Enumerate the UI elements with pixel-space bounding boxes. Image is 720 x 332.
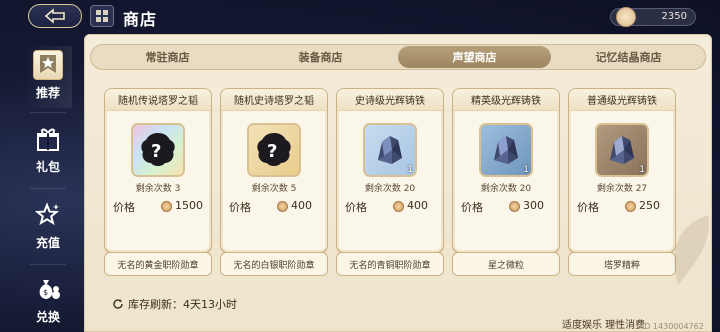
crystal-ore-icon bbox=[494, 136, 518, 164]
item-icon-frame: 1 bbox=[363, 123, 417, 177]
money-bag-icon: $ bbox=[33, 274, 63, 304]
price-value: 300 bbox=[523, 199, 544, 212]
price-row: 价格 400 bbox=[345, 199, 437, 215]
remaining-count: 剩余次数 20 bbox=[364, 184, 416, 194]
remaining-count: 剩余次数 20 bbox=[480, 184, 532, 194]
item-stack-count: 1 bbox=[639, 165, 645, 175]
item-name: 普通级光辉铸铁 bbox=[569, 89, 675, 111]
shop-item-card[interactable]: 史诗级光辉铸铁 1 剩余次数 20 价格 400 bbox=[336, 88, 444, 253]
sidebar-item-gift[interactable]: 礼包 bbox=[24, 124, 72, 184]
price-row: 价格 400 bbox=[229, 199, 321, 215]
page-title: 商店 bbox=[123, 10, 158, 29]
tab-equipment-shop[interactable]: 装备商店 bbox=[244, 45, 397, 69]
shop-item-card[interactable]: 随机史诗塔罗之韬 ? 剩余次数 5 价格 400 bbox=[220, 88, 328, 253]
price-label: 价格 bbox=[461, 201, 483, 214]
bottom-item-card[interactable]: 无名的黄金职阶勋章 bbox=[104, 252, 212, 276]
item-icon-frame: 1 bbox=[479, 123, 533, 177]
bottom-item-card[interactable]: 星之微粒 bbox=[452, 252, 560, 276]
bottom-item-card[interactable]: 无名的青铜职阶勋章 bbox=[336, 252, 444, 276]
item-icon-frame: ? bbox=[247, 123, 301, 177]
star-badge-icon bbox=[33, 50, 63, 80]
sidebar-item-label: 兑换 bbox=[35, 310, 60, 324]
item-icon-frame: ? bbox=[131, 123, 185, 177]
item-icon-frame: 1 bbox=[595, 123, 649, 177]
sidebar-item-exchange[interactable]: $ 兑换 bbox=[24, 274, 72, 332]
sidebar-divider bbox=[30, 264, 66, 265]
sidebar-item-topup[interactable]: 充值 bbox=[24, 200, 72, 260]
item-stack-count: 1 bbox=[523, 165, 529, 175]
remaining-count: 剩余次数 27 bbox=[596, 184, 648, 194]
refresh-icon bbox=[113, 299, 123, 309]
currency-coin-icon bbox=[616, 7, 636, 27]
home-button[interactable] bbox=[90, 5, 114, 27]
moderation-notice: 适度娱乐 理性消费 bbox=[562, 320, 646, 331]
sidebar-divider bbox=[30, 188, 66, 189]
sidebar-divider bbox=[30, 112, 66, 113]
item-card-grid: 随机传说塔罗之韬 ? 剩余次数 3 价格 1500 随机史诗塔罗之韬 ? 剩余次… bbox=[98, 88, 698, 253]
sidebar: 推荐 礼包 充值 $ 兑换 bbox=[24, 40, 72, 332]
grid-home-icon bbox=[96, 10, 108, 22]
sidebar-item-label: 充值 bbox=[35, 236, 60, 250]
shop-item-card[interactable]: 精英级光辉铸铁 1 剩余次数 20 价格 300 bbox=[452, 88, 560, 253]
shop-tab-bar: 常驻商店 装备商店 声望商店 记忆结晶商店 bbox=[90, 44, 706, 70]
sparkle-star-icon bbox=[33, 200, 63, 230]
item-stack-count: 1 bbox=[407, 165, 413, 175]
currency-display[interactable]: 2350 bbox=[610, 7, 696, 27]
reputation-coin-icon bbox=[625, 201, 636, 212]
mystery-card-icon: ? bbox=[141, 133, 175, 166]
price-label: 价格 bbox=[577, 201, 599, 214]
price-row: 价格 250 bbox=[577, 199, 669, 215]
shop-item-card[interactable]: 随机传说塔罗之韬 ? 剩余次数 3 价格 1500 bbox=[104, 88, 212, 253]
gift-icon bbox=[33, 124, 63, 154]
price-row: 价格 1500 bbox=[113, 199, 205, 215]
remaining-count: 剩余次数 3 bbox=[135, 184, 181, 194]
price-label: 价格 bbox=[229, 201, 251, 214]
reputation-coin-icon bbox=[509, 201, 520, 212]
reputation-coin-icon bbox=[161, 201, 172, 212]
item-name: 随机史诗塔罗之韬 bbox=[221, 89, 327, 111]
price-label: 价格 bbox=[345, 201, 367, 214]
svg-text:?: ? bbox=[151, 141, 161, 162]
user-id: UID 1430004762 bbox=[636, 322, 704, 331]
svg-text:$: $ bbox=[43, 288, 48, 297]
refresh-timer-text: 库存刷新：4天13小时 bbox=[128, 298, 237, 311]
shop-panel: 常驻商店 装备商店 声望商店 记忆结晶商店 随机传说塔罗之韬 ? 剩余次数 3 … bbox=[84, 34, 712, 332]
mystery-card-icon: ? bbox=[257, 133, 291, 166]
back-button[interactable] bbox=[28, 4, 82, 28]
bottom-item-card[interactable]: 无名的白银职阶勋章 bbox=[220, 252, 328, 276]
crystal-ore-icon bbox=[610, 136, 634, 164]
price-value: 1500 bbox=[175, 199, 203, 212]
price-value: 400 bbox=[407, 199, 428, 212]
price-value: 400 bbox=[291, 199, 312, 212]
sidebar-item-recommend[interactable]: 推荐 bbox=[24, 46, 72, 110]
item-name: 随机传说塔罗之韬 bbox=[105, 89, 211, 111]
price-row: 价格 300 bbox=[461, 199, 553, 215]
top-bar: 商店 2350 bbox=[0, 0, 720, 34]
sidebar-item-label: 礼包 bbox=[35, 160, 60, 174]
sidebar-item-label: 推荐 bbox=[35, 86, 60, 100]
price-value: 250 bbox=[639, 199, 660, 212]
currency-amount: 2350 bbox=[661, 11, 687, 22]
svg-text:?: ? bbox=[267, 141, 277, 162]
reputation-coin-icon bbox=[277, 201, 288, 212]
remaining-count: 剩余次数 5 bbox=[251, 184, 297, 194]
tab-regular-shop[interactable]: 常驻商店 bbox=[91, 45, 244, 69]
item-name: 精英级光辉铸铁 bbox=[453, 89, 559, 111]
tab-reputation-shop[interactable]: 声望商店 bbox=[398, 46, 551, 68]
back-arrow-icon bbox=[44, 8, 65, 24]
price-label: 价格 bbox=[113, 201, 135, 214]
leaf-decoration-icon bbox=[674, 215, 709, 285]
item-name: 史诗级光辉铸铁 bbox=[337, 89, 443, 111]
tab-memory-crystal-shop[interactable]: 记忆结晶商店 bbox=[552, 45, 705, 69]
bottom-item-row: 无名的黄金职阶勋章 无名的白银职阶勋章 无名的青铜职阶勋章 星之微粒 塔罗精粹 bbox=[98, 252, 698, 276]
reputation-coin-icon bbox=[393, 201, 404, 212]
crystal-ore-icon bbox=[378, 136, 402, 164]
stock-refresh-info: 库存刷新：4天13小时 bbox=[112, 296, 237, 312]
